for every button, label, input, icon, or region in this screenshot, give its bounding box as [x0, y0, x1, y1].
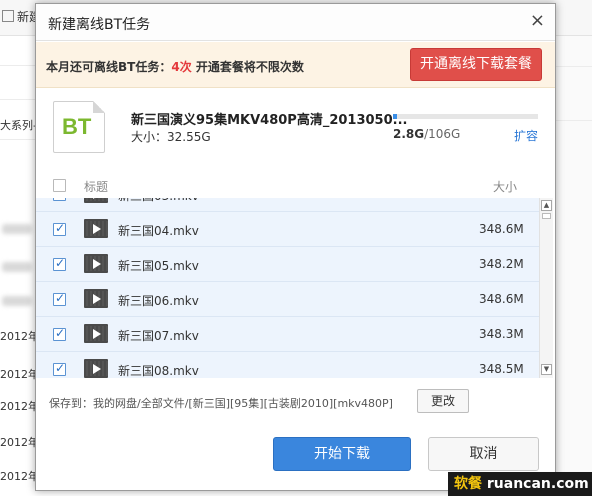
video-file-icon — [84, 289, 108, 308]
background-blurred-text — [2, 224, 32, 234]
site-watermark: 软餐 ruancan.com — [448, 472, 592, 496]
background-row — [0, 66, 40, 100]
background-row-text: 2012年第 — [0, 368, 36, 381]
bt-icon-label: BT — [62, 114, 92, 139]
video-file-icon — [84, 219, 108, 238]
save-label: 保存到： — [49, 397, 93, 410]
start-download-button[interactable]: 开始下载 — [273, 437, 411, 471]
file-size: 348.6M — [479, 222, 524, 236]
cancel-button[interactable]: 取消 — [428, 437, 539, 471]
new-icon — [2, 10, 14, 22]
background-row — [555, 120, 592, 121]
notice-text: 本月还可离线BT任务：4次 开通套餐将不限次数 — [46, 58, 304, 75]
video-file-icon — [84, 324, 108, 343]
notice-prefix: 本月还可离线BT任务： — [46, 60, 172, 74]
column-size: 大小 — [493, 180, 518, 194]
upgrade-plan-button[interactable]: 开通离线下载套餐 — [410, 48, 542, 81]
select-all-checkbox[interactable] — [53, 179, 66, 192]
watermark-domain: ruancan.com — [486, 476, 589, 492]
file-name: 新三国08.mkv — [118, 364, 199, 378]
file-name: 新三国05.mkv — [118, 259, 199, 273]
file-name: 新三国03.mkv — [118, 198, 199, 204]
background-blurred-text — [2, 296, 32, 306]
background-row-text: 2012年第 — [0, 400, 36, 413]
video-file-icon — [84, 254, 108, 273]
column-title: 标题 — [84, 180, 109, 194]
file-size: 348.5M — [479, 362, 524, 376]
torrent-size: 大小：32.55G — [131, 130, 211, 144]
expand-storage-link[interactable]: 扩容 — [514, 127, 538, 144]
background-row — [0, 100, 40, 140]
background-row-text: 2012年第 — [0, 436, 36, 449]
storage-quota-fill — [393, 114, 397, 119]
file-row[interactable]: 新三国08.mkv 348.5M — [36, 352, 539, 378]
file-row[interactable]: 新三国03.mkv 348.6M — [36, 198, 539, 212]
file-row[interactable]: 新三国04.mkv 348.6M — [36, 212, 539, 247]
torrent-file-info: BT 新三国演义95集MKV480P高清_2013050... 大小：32.55… — [36, 89, 555, 169]
file-checkbox[interactable] — [53, 221, 66, 236]
storage-quota-bar — [393, 114, 538, 119]
file-size: 348.3M — [479, 327, 524, 341]
file-checkbox[interactable] — [53, 198, 66, 201]
file-row[interactable]: 新三国06.mkv 348.6M — [36, 282, 539, 317]
scroll-thumb[interactable] — [542, 213, 551, 219]
save-location: 保存到：我的网盘/全部文件/[新三国][95集][古装剧2010][mkv480… — [49, 395, 393, 411]
scroll-down-icon[interactable]: ▼ — [541, 364, 552, 375]
change-location-button[interactable]: 更改 — [417, 389, 469, 413]
file-name: 新三国04.mkv — [118, 224, 199, 238]
file-list: 标题 大小 新三国03.mkv348.6M新三国04.mkv348.6M新三国0… — [36, 172, 555, 378]
bt-task-dialog: 新建离线BT任务 × 本月还可离线BT任务：4次 开通套餐将不限次数 开通离线下… — [35, 3, 556, 491]
dialog-header: 新建离线BT任务 × — [36, 4, 555, 41]
file-size: 348.2M — [479, 257, 524, 271]
file-name: 新三国06.mkv — [118, 294, 199, 308]
file-checkbox[interactable] — [53, 326, 66, 341]
file-name: 新三国07.mkv — [118, 329, 199, 343]
file-row[interactable]: 新三国07.mkv 348.3M — [36, 317, 539, 352]
file-checkbox[interactable] — [53, 256, 66, 271]
save-path: 我的网盘/全部文件/[新三国][95集][古装剧2010][mkv480P] — [93, 397, 393, 410]
dialog-title: 新建离线BT任务 — [48, 17, 151, 33]
file-rows: 新三国03.mkv 348.6M 新三国04.mkv 348.6M 新三国05.mkv 3… — [36, 198, 539, 378]
watermark-brand: 软餐 — [454, 476, 482, 492]
background-row-text: 2012年第 — [0, 330, 36, 343]
background-blurred-text — [2, 262, 32, 272]
remaining-count: 4次 — [171, 60, 192, 74]
file-size: 348.6M — [479, 198, 524, 201]
file-list-header: 标题 大小 — [36, 172, 555, 198]
file-checkbox[interactable] — [53, 361, 66, 376]
quota-notice: 本月还可离线BT任务：4次 开通套餐将不限次数 开通离线下载套餐 — [36, 42, 555, 88]
file-row[interactable]: 新三国05.mkv 348.2M — [36, 247, 539, 282]
background-row — [0, 36, 40, 66]
bt-file-icon: BT — [53, 101, 105, 153]
storage-total: /106G — [424, 127, 461, 141]
storage-quota-text: 2.8G/106G — [393, 127, 460, 141]
background-right-edge — [555, 36, 592, 496]
video-file-icon — [84, 359, 108, 378]
storage-used: 2.8G — [393, 127, 425, 141]
video-file-icon — [84, 198, 108, 203]
file-checkbox[interactable] — [53, 291, 66, 306]
scroll-up-icon[interactable]: ▲ — [541, 200, 552, 211]
file-corner — [93, 101, 105, 113]
torrent-name: 新三国演义95集MKV480P高清_2013050... — [131, 113, 408, 128]
background-row-text: 2012年第 — [0, 470, 36, 483]
background-row — [555, 66, 592, 67]
file-size: 348.6M — [479, 292, 524, 306]
close-icon[interactable]: × — [530, 12, 545, 30]
list-scrollbar[interactable]: ▲ ▼ — [539, 198, 553, 378]
notice-suffix: 开通套餐将不限次数 — [195, 60, 304, 74]
